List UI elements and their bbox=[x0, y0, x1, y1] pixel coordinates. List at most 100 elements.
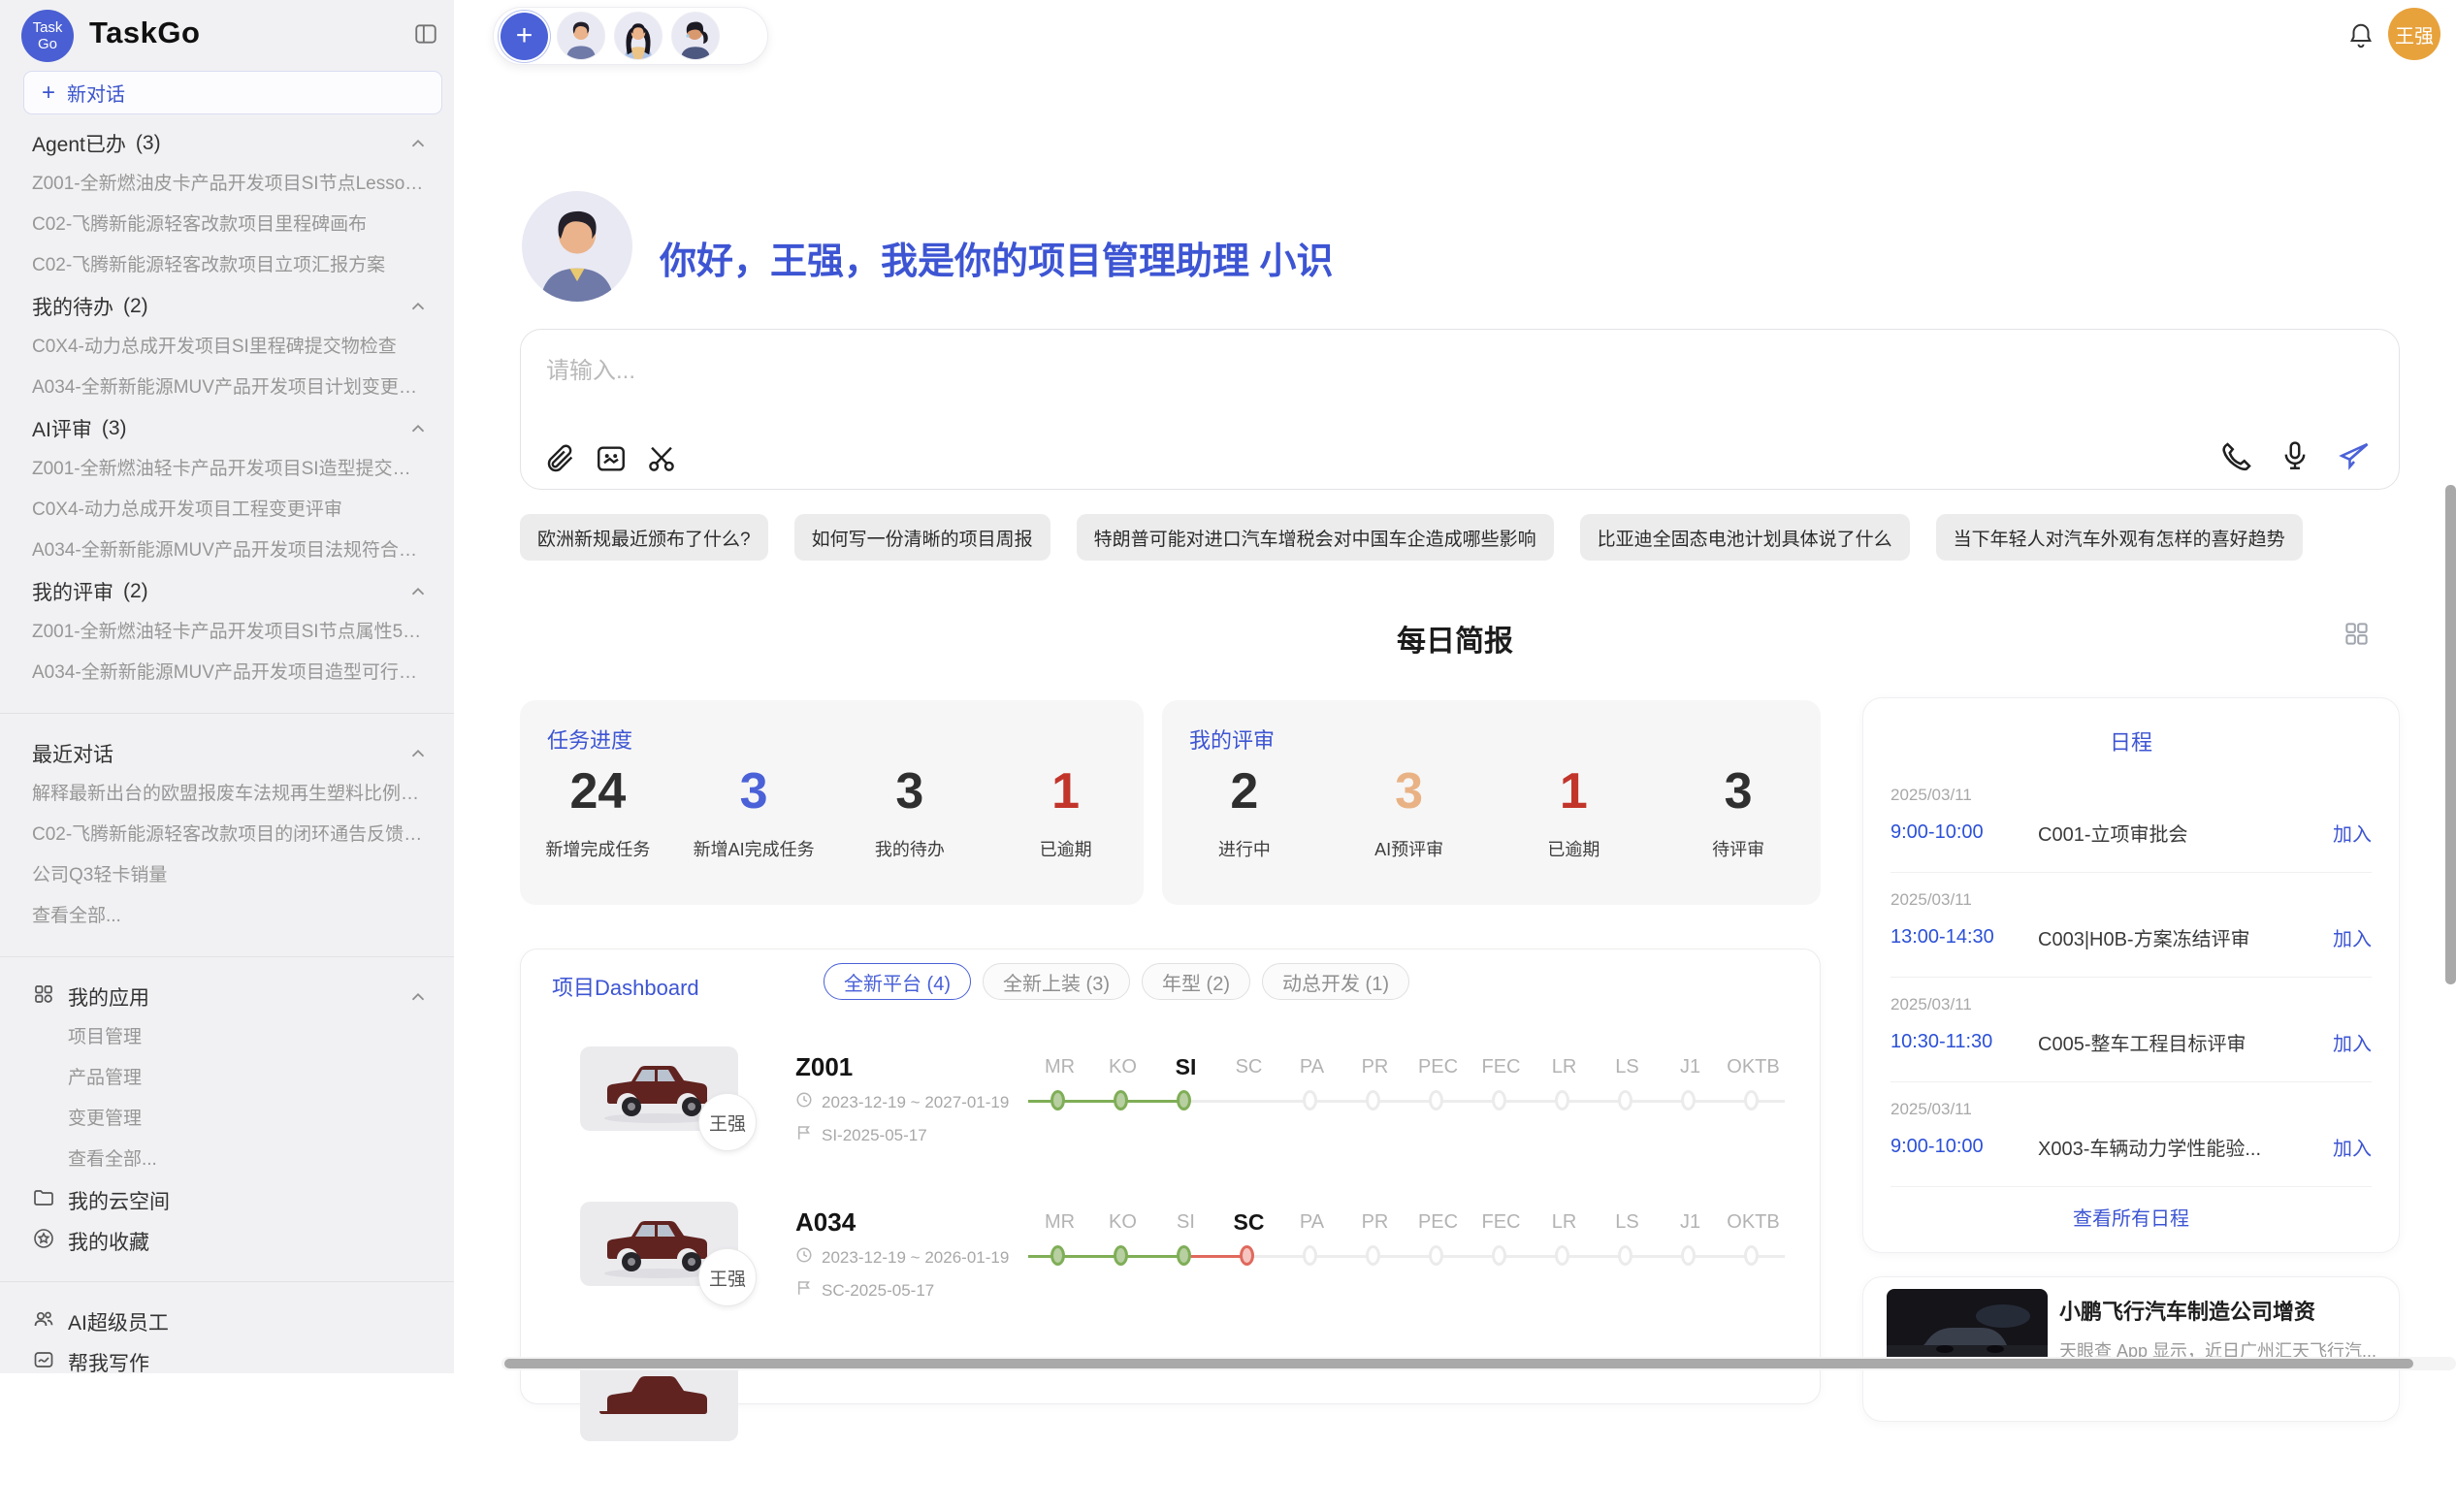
dashboard-tabs: 全新平台 (4) 全新上装 (3) 年型 (2) 动总开发 (1) bbox=[824, 963, 1409, 1000]
plus-icon: + bbox=[42, 81, 55, 105]
milestone-dot bbox=[1555, 1090, 1569, 1110]
sidebar-conversation-item[interactable]: C02-飞腾新能源轻客改款项目里程碑画布 bbox=[0, 205, 454, 245]
sidebar-my-apps-header[interactable]: 我的应用 bbox=[0, 977, 454, 1017]
add-agent-button[interactable]: + bbox=[501, 13, 548, 60]
milestone-label: OKTB bbox=[1722, 1207, 1785, 1237]
phone-icon[interactable] bbox=[2220, 438, 2255, 473]
chevron-up-icon[interactable] bbox=[407, 418, 429, 439]
dashboard-tab[interactable]: 年型 (2) bbox=[1142, 963, 1250, 1000]
sidebar-recent-item[interactable]: 查看全部... bbox=[0, 896, 454, 937]
layout-grid-icon[interactable] bbox=[2343, 621, 2370, 652]
milestone-label: PA bbox=[1280, 1207, 1343, 1237]
user-avatar[interactable]: 王强 bbox=[2388, 8, 2440, 60]
folder-icon bbox=[32, 1186, 55, 1215]
suggestion-chip[interactable]: 当下年轻人对汽车外观有怎样的喜好趋势 bbox=[1936, 514, 2303, 561]
event-join-link[interactable]: 加入 bbox=[2333, 819, 2372, 847]
sidebar-recent-item[interactable]: 解释最新出台的欧盟报废车法规再生塑料比例被调至15%... bbox=[0, 774, 454, 815]
event-join-link[interactable]: 加入 bbox=[2333, 923, 2372, 951]
microphone-icon[interactable] bbox=[2278, 438, 2311, 473]
project-name: Z001 bbox=[795, 1052, 853, 1082]
section-title: 我的待办 bbox=[32, 292, 113, 321]
sidebar-section-header-2[interactable]: AI评审(3) bbox=[0, 408, 454, 449]
sidebar-conversation-item[interactable]: A034-全新新能源MUV产品开发项目法规符合性评审 bbox=[0, 531, 454, 571]
view-all-schedule-link[interactable]: 查看所有日程 bbox=[1863, 1203, 2399, 1231]
chevron-up-icon[interactable] bbox=[407, 986, 429, 1008]
dashboard-tab[interactable]: 全新上装 (3) bbox=[983, 963, 1130, 1000]
sidebar-tool-write-icon[interactable]: 帮我写作 bbox=[0, 1342, 454, 1373]
sidebar-app-item[interactable]: 变更管理 bbox=[0, 1099, 454, 1140]
suggestion-chip[interactable]: 如何写一份清晰的项目周报 bbox=[794, 514, 1050, 561]
sidebar-section-header-3[interactable]: 我的评审(2) bbox=[0, 571, 454, 612]
input-actions bbox=[2220, 438, 2374, 473]
send-icon[interactable] bbox=[2335, 438, 2374, 473]
divider bbox=[0, 956, 454, 957]
project-row[interactable]: 王强 Z001 2023-12-19 ~ 2027-01-19 SI-2025-… bbox=[521, 1046, 1820, 1202]
agent-avatar-1[interactable] bbox=[557, 12, 605, 60]
dashboard-tab[interactable]: 动总开发 (1) bbox=[1262, 963, 1409, 1000]
agent-avatar-3[interactable] bbox=[671, 12, 720, 60]
suggestion-chips: 欧洲新规最近颁布了什么? 如何写一份清晰的项目周报特朗普可能对进口汽车增税会对中国… bbox=[520, 514, 2400, 561]
assistant-avatar bbox=[522, 191, 632, 302]
schedule-event: 2025/03/11 13:00-14:30 C003|H0B-方案冻结评审 加… bbox=[1863, 890, 2399, 951]
horizontal-scrollbar[interactable] bbox=[501, 1357, 2456, 1370]
sidebar-conversation-item[interactable]: C0X4-动力总成开发项目SI里程碑提交物检查 bbox=[0, 327, 454, 368]
chevron-up-icon[interactable] bbox=[407, 133, 429, 154]
sidebar-conversation-item[interactable]: Z001-全新燃油轻卡产品开发项目SI节点属性5D文件评审 bbox=[0, 612, 454, 653]
notifications-bell-icon[interactable] bbox=[2346, 20, 2375, 51]
sidebar-app-item[interactable]: 查看全部... bbox=[0, 1140, 454, 1180]
sidebar-conversation-item[interactable]: Z001-全新燃油皮卡产品开发项目SI节点Lesson Learn报告 bbox=[0, 164, 454, 205]
section-title: 最近对话 bbox=[32, 739, 113, 768]
chat-input[interactable] bbox=[546, 351, 2370, 415]
sidebar-app-item[interactable]: 产品管理 bbox=[0, 1058, 454, 1099]
sidebar-section-header-1[interactable]: 我的待办(2) bbox=[0, 286, 454, 327]
sidebar-conversation-item[interactable]: A034-全新新能源MUV产品开发项目计划变更表编写 bbox=[0, 368, 454, 408]
chevron-up-icon[interactable] bbox=[407, 743, 429, 764]
sidebar-item-folder-icon[interactable]: 我的云空间 bbox=[0, 1180, 454, 1221]
milestone-dot bbox=[1240, 1245, 1254, 1266]
milestone-PR: PR bbox=[1343, 1052, 1406, 1124]
milestone-dot bbox=[1050, 1090, 1065, 1110]
sidebar-conversation-item[interactable]: Z001-全新燃油轻卡产品开发项目SI造型提交物评审 bbox=[0, 449, 454, 490]
suggestion-chip[interactable]: 特朗普可能对进口汽车增税会对中国车企造成哪些影响 bbox=[1077, 514, 1554, 561]
stat-label: AI预评审 bbox=[1327, 836, 1492, 861]
stat-value: 3 bbox=[832, 760, 988, 822]
taskgo-logo: Task Go bbox=[21, 10, 74, 62]
scissors-icon[interactable] bbox=[645, 442, 678, 475]
stat-value: 1 bbox=[1492, 760, 1657, 822]
sidebar-recent-header[interactable]: 最近对话 bbox=[0, 733, 454, 774]
image-icon[interactable] bbox=[595, 442, 628, 475]
stat-item: 1已逾期 bbox=[1492, 760, 1657, 889]
sidebar-recent-item[interactable]: C02-飞腾新能源轻客改款项目的闭环通告反馈情况 bbox=[0, 815, 454, 855]
horizontal-scrollbar-thumb[interactable] bbox=[504, 1359, 2413, 1368]
schedule-event: 2025/03/11 10:30-11:30 C005-整车工程目标评审 加入 bbox=[1863, 995, 2399, 1056]
sidebar-app-item[interactable]: 项目管理 bbox=[0, 1017, 454, 1058]
project-row[interactable]: 王强 A034 2023-12-19 ~ 2026-01-19 SC-2025-… bbox=[521, 1202, 1820, 1357]
paperclip-icon[interactable] bbox=[544, 442, 577, 475]
dashboard-tab[interactable]: 全新平台 (4) bbox=[824, 963, 971, 1000]
sidebar-conversation-item[interactable]: C0X4-动力总成开发项目工程变更评审 bbox=[0, 490, 454, 531]
event-join-link[interactable]: 加入 bbox=[2333, 1028, 2372, 1056]
vertical-scrollbar-thumb[interactable] bbox=[2445, 485, 2456, 984]
chevron-up-icon[interactable] bbox=[407, 296, 429, 317]
event-join-link[interactable]: 加入 bbox=[2333, 1133, 2372, 1161]
agent-avatar-2[interactable] bbox=[614, 12, 662, 60]
section-title: 我的评审 bbox=[32, 577, 113, 606]
suggestion-chip[interactable]: 欧洲新规最近颁布了什么? bbox=[520, 514, 768, 561]
milestone-label: KO bbox=[1091, 1052, 1154, 1081]
sidebar-collapse-icon[interactable] bbox=[413, 21, 438, 47]
sidebar-item-star-badge-icon[interactable]: 我的收藏 bbox=[0, 1221, 454, 1262]
sidebar-tool-people-icon[interactable]: AI超级员工 bbox=[0, 1302, 454, 1342]
new-chat-button[interactable]: + 新对话 bbox=[23, 71, 442, 114]
chevron-up-icon[interactable] bbox=[407, 581, 429, 602]
milestone-dot bbox=[1618, 1090, 1632, 1110]
sidebar-conversation-item[interactable]: C02-飞腾新能源轻客改款项目立项汇报方案 bbox=[0, 245, 454, 286]
milestone-PR: PR bbox=[1343, 1207, 1406, 1279]
news-card[interactable]: 小鹏飞行汽车制造公司增资 天眼查 App 显示，近日广州汇天飞行汽... bbox=[1862, 1276, 2400, 1422]
sidebar-section-header-0[interactable]: Agent已办(3) bbox=[0, 123, 454, 164]
suggestion-chip[interactable]: 比亚迪全固态电池计划具体说了什么 bbox=[1580, 514, 1910, 561]
sidebar-recent-item[interactable]: 公司Q3轻卡销量 bbox=[0, 855, 454, 896]
sidebar-conversation-item[interactable]: A034-全新新能源MUV产品开发项目造型可行性评审 bbox=[0, 653, 454, 693]
stat-item: 24新增完成任务 bbox=[520, 760, 676, 889]
milestone-dot bbox=[1429, 1090, 1443, 1110]
greeting-text: 你好，王强，我是你的项目管理助理 小识 bbox=[660, 231, 1334, 284]
